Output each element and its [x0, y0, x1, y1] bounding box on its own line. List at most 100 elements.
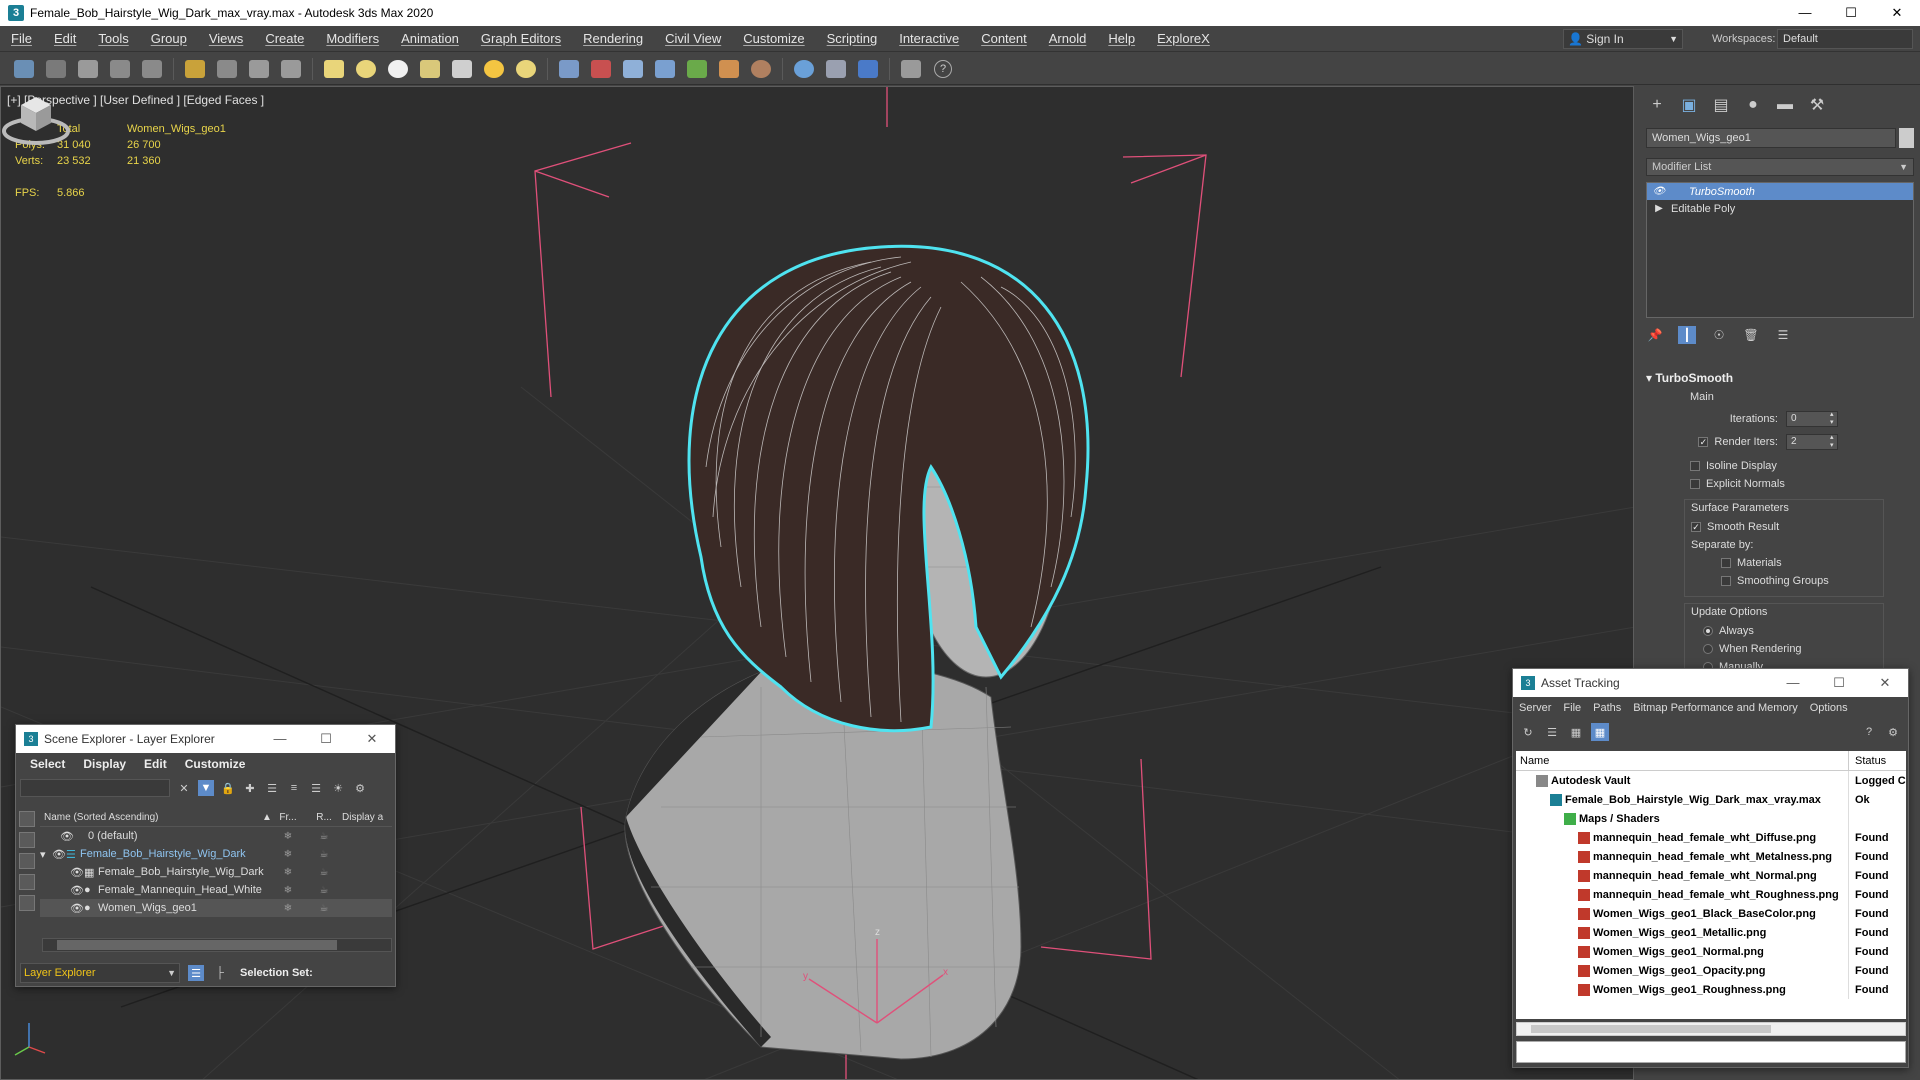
- viewcube-icon[interactable]: [1, 87, 71, 147]
- at-menu-paths[interactable]: Paths: [1593, 702, 1621, 714]
- hierarchy-mode-icon[interactable]: ├: [212, 965, 228, 981]
- col-name-header[interactable]: Name (Sorted Ascending): [40, 812, 262, 823]
- smoothing-groups-checkbox[interactable]: [1721, 576, 1731, 586]
- scene-explorer-titlebar[interactable]: 3 Scene Explorer - Layer Explorer — ☐ ✕: [16, 725, 395, 753]
- cone-primitive-icon[interactable]: [448, 56, 476, 82]
- table-row[interactable]: Female_Bob_Hairstyle_Wig_Dark_max_vray.m…: [1516, 790, 1906, 809]
- dynamics-icon[interactable]: [587, 56, 615, 82]
- table-row[interactable]: Maps / Shaders: [1516, 809, 1906, 828]
- menu-customize[interactable]: Customize: [732, 31, 815, 46]
- workspaces-select[interactable]: Default: [1777, 29, 1913, 49]
- iterations-spinner[interactable]: 0: [1786, 410, 1838, 427]
- scene-search-input[interactable]: [20, 779, 170, 797]
- render-setup-icon[interactable]: [822, 56, 850, 82]
- display-tab-icon[interactable]: ▬: [1774, 94, 1796, 116]
- layout-icon[interactable]: [897, 56, 925, 82]
- menu-create[interactable]: Create: [254, 31, 315, 46]
- explicit-normals-checkbox[interactable]: [1690, 479, 1700, 489]
- menu-graph-editors[interactable]: Graph Editors: [470, 31, 572, 46]
- eye-icon[interactable]: 👁: [70, 902, 84, 915]
- tree-row-wig-group[interactable]: 👁 ▦ Female_Bob_Hairstyle_Wig_Dark ❄ ☕: [40, 863, 392, 881]
- at-menu-file[interactable]: File: [1563, 702, 1581, 714]
- smooth-result-checkbox[interactable]: ✓: [1691, 522, 1701, 532]
- select-object-icon[interactable]: [181, 56, 209, 82]
- motion-tab-icon[interactable]: ●: [1742, 94, 1764, 116]
- layer-mode-icon[interactable]: ☰: [188, 965, 204, 981]
- col-name-header[interactable]: Name: [1516, 751, 1849, 770]
- eye-icon[interactable]: 👁: [70, 884, 84, 897]
- menu-content[interactable]: Content: [970, 31, 1038, 46]
- render-sphere-icon[interactable]: [790, 56, 818, 82]
- teapot-icon[interactable]: ☕: [306, 903, 342, 914]
- teapot-icon[interactable]: ☕: [306, 885, 342, 896]
- table-row[interactable]: Women_Wigs_geo1_Black_BaseColor.png Found: [1516, 904, 1906, 923]
- display-helpers-icon[interactable]: [19, 895, 35, 911]
- hierarchy-tab-icon[interactable]: ▤: [1710, 94, 1732, 116]
- pin-stack-icon[interactable]: 📌: [1646, 326, 1664, 344]
- horizontal-scrollbar[interactable]: [42, 938, 392, 952]
- eye-icon[interactable]: 👁: [60, 830, 88, 843]
- remove-modifier-icon[interactable]: 🗑: [1742, 326, 1760, 344]
- teapot-icon[interactable]: ☕: [306, 867, 342, 878]
- settings-icon[interactable]: ⚙: [1884, 723, 1902, 741]
- table-row[interactable]: mannequin_head_female_wht_Roughness.png F…: [1516, 885, 1906, 904]
- display-shapes-icon[interactable]: [19, 874, 35, 890]
- tree-row-mannequin[interactable]: 👁 ● Female_Mannequin_Head_White ❄ ☕: [40, 881, 392, 899]
- asset-path-field[interactable]: [1516, 1041, 1906, 1063]
- eye-icon[interactable]: 👁: [52, 848, 66, 861]
- col-freeze-header[interactable]: Fr...: [270, 812, 306, 823]
- menu-edit[interactable]: Edit: [43, 31, 87, 46]
- freeze-icon[interactable]: ❄: [270, 849, 306, 860]
- se-menu-select[interactable]: Select: [30, 757, 65, 771]
- utilities-tab-icon[interactable]: ⚒: [1806, 94, 1828, 116]
- table-row[interactable]: Women_Wigs_geo1_Metallic.png Found: [1516, 923, 1906, 942]
- col-render-header[interactable]: R...: [306, 812, 342, 823]
- modifier-list-dropdown[interactable]: Modifier List ▼: [1646, 158, 1914, 176]
- highlight-icon[interactable]: ☀: [330, 780, 346, 796]
- at-menu-bitmap[interactable]: Bitmap Performance and Memory: [1633, 702, 1797, 714]
- table-row[interactable]: Women_Wigs_geo1_Opacity.png Found: [1516, 961, 1906, 980]
- sun-icon[interactable]: [512, 56, 540, 82]
- teapot-icon[interactable]: ☕: [306, 849, 342, 860]
- table-row[interactable]: Women_Wigs_geo1_Normal.png Found: [1516, 942, 1906, 961]
- hair-icon[interactable]: [715, 56, 743, 82]
- torus-primitive-icon[interactable]: [416, 56, 444, 82]
- maximize-icon[interactable]: ☐: [1828, 0, 1874, 26]
- eye-icon[interactable]: 👁: [70, 866, 84, 879]
- modify-tab-icon[interactable]: ▣: [1678, 94, 1700, 116]
- refresh-icon[interactable]: ↻: [1519, 723, 1537, 741]
- table-row[interactable]: mannequin_head_female_wht_Metalness.png F…: [1516, 847, 1906, 866]
- table-row[interactable]: mannequin_head_female_wht_Normal.png Foun…: [1516, 866, 1906, 885]
- table-row[interactable]: mannequin_head_female_wht_Diffuse.png Fou…: [1516, 828, 1906, 847]
- bind-space-warp-icon[interactable]: [138, 56, 166, 82]
- list-view-icon[interactable]: ☰: [1543, 723, 1561, 741]
- render-frame-icon[interactable]: [854, 56, 882, 82]
- detail-view-icon[interactable]: ▦: [1567, 723, 1585, 741]
- minimize-icon[interactable]: —: [257, 731, 303, 747]
- gear-icon[interactable]: [651, 56, 679, 82]
- menu-interactive[interactable]: Interactive: [888, 31, 970, 46]
- table-view-icon[interactable]: ▦: [1591, 723, 1609, 741]
- minimize-icon[interactable]: —: [1770, 675, 1816, 691]
- minimize-icon[interactable]: —: [1782, 0, 1828, 26]
- col-display-header[interactable]: Display a: [342, 812, 383, 823]
- tree-row-women-wigs-geo1[interactable]: 👁 ● Women_Wigs_geo1 ❄ ☕: [40, 899, 392, 917]
- table-row[interactable]: Autodesk Vault Logged C: [1516, 771, 1906, 790]
- cylinder-primitive-icon[interactable]: [384, 56, 412, 82]
- redo-icon[interactable]: [42, 56, 70, 82]
- tree-row-default-layer[interactable]: 👁 0 (default) ❄ ☕: [40, 827, 392, 845]
- select-link-icon[interactable]: [74, 56, 102, 82]
- menu-rendering[interactable]: Rendering: [572, 31, 654, 46]
- explorer-type-dropdown[interactable]: Layer Explorer ▼: [20, 963, 180, 983]
- sign-in-dropdown[interactable]: 👤 Sign In ▼: [1563, 29, 1683, 49]
- menu-modifiers[interactable]: Modifiers: [315, 31, 390, 46]
- create-tab-icon[interactable]: +: [1646, 94, 1668, 116]
- se-menu-display[interactable]: Display: [83, 757, 126, 771]
- show-end-result-icon[interactable]: ┃: [1678, 326, 1696, 344]
- menu-file[interactable]: File: [0, 31, 43, 46]
- menu-civil-view[interactable]: Civil View: [654, 31, 732, 46]
- menu-help[interactable]: Help: [1097, 31, 1146, 46]
- object-name-field[interactable]: Women_Wigs_geo1: [1646, 128, 1896, 148]
- particle-icon[interactable]: [555, 56, 583, 82]
- collapse-arrow-icon[interactable]: ▾: [40, 848, 52, 861]
